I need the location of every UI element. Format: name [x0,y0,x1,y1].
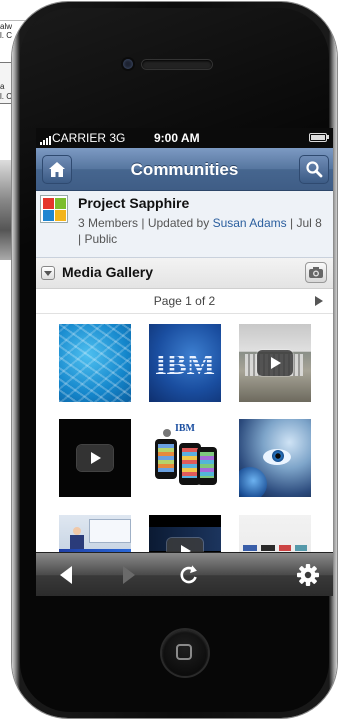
visibility-label: Public [84,232,118,246]
settings-button[interactable] [288,553,328,596]
forward-button[interactable] [109,553,149,596]
search-button[interactable] [299,155,329,184]
gallery-item-ibm-logo[interactable]: IBM [149,324,221,402]
media-gallery-header: Media Gallery [36,258,333,289]
background-text-2: l. C [0,31,12,40]
battery-tip [327,135,329,139]
background-text-3: a [0,82,5,91]
next-page-icon[interactable] [315,296,323,306]
community-header[interactable]: Project Sapphire 3 Members | Updated by … [36,191,333,258]
page-indicator: Page 1 of 2 [153,294,216,308]
carrier-label: CARRIER 3G [40,131,125,145]
signal-icon [40,131,52,145]
search-icon [306,161,323,178]
member-count: 3 Members [78,216,139,230]
carrier-text: CARRIER 3G [52,131,126,145]
nav-bar: Communities [36,148,333,191]
camera-icon [309,267,323,278]
updated-label: Updated by [147,216,210,230]
pagination: Page 1 of 2 [36,289,333,314]
phone-screen: CARRIER 3G 9:00 AM Communities Project S… [36,128,333,596]
phones-badge: IBM [175,423,195,434]
status-bar: CARRIER 3G 9:00 AM [36,128,333,148]
front-camera [123,59,133,69]
ibm-logo-graphic: IBM [155,348,215,381]
community-name[interactable]: Project Sapphire [78,195,189,211]
reload-button[interactable] [169,553,209,596]
collapse-toggle-icon[interactable] [41,266,55,280]
clock: 9:00 AM [154,131,200,145]
forward-arrow-icon [123,566,135,584]
earpiece-speaker [142,60,212,69]
play-icon [77,445,113,471]
gallery-item-black-video[interactable] [59,419,131,497]
bottom-toolbar [36,552,333,596]
community-meta: 3 Members | Updated by Susan Adams | Jul… [78,215,328,247]
community-logo-icon [40,195,68,223]
background-text-1: alw [0,22,13,31]
updated-by-link[interactable]: Susan Adams [213,216,287,230]
home-button-icon [176,644,192,660]
section-title: Media Gallery [62,264,154,280]
upload-photo-button[interactable] [305,262,327,283]
separator: | [78,232,82,246]
gallery-item-building-video[interactable] [239,324,311,402]
back-button[interactable] [48,553,88,596]
back-arrow-icon [60,566,72,584]
gear-icon [297,564,319,586]
ibm-logo-text: IBM [155,348,215,381]
background-photo [0,160,12,260]
updated-date: Jul 8 [296,216,322,230]
gallery-item-phones[interactable]: IBM [149,419,221,497]
gallery-item-water[interactable] [59,324,131,402]
separator: | [141,216,145,230]
play-icon [257,350,293,376]
gallery-item-eye[interactable] [239,419,311,497]
battery-icon [309,133,327,142]
separator: | [289,216,294,230]
reload-icon [180,565,197,584]
page-title: Communities [130,160,239,179]
background-text-4: l. C [0,92,12,101]
